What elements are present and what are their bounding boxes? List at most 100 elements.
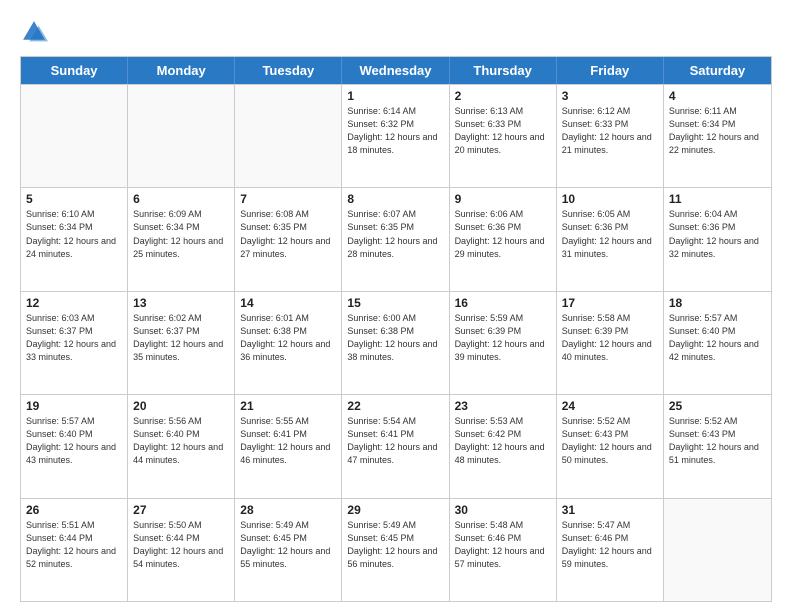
day-info: Sunrise: 6:08 AM Sunset: 6:35 PM Dayligh… [240, 208, 336, 260]
day-number: 14 [240, 296, 336, 310]
day-info: Sunrise: 6:06 AM Sunset: 6:36 PM Dayligh… [455, 208, 551, 260]
day-number: 27 [133, 503, 229, 517]
day-cell-12: 12 Sunrise: 6:03 AM Sunset: 6:37 PM Dayli… [21, 292, 128, 394]
day-cell-7: 7 Sunrise: 6:08 AM Sunset: 6:35 PM Daylig… [235, 188, 342, 290]
day-info: Sunrise: 5:47 AM Sunset: 6:46 PM Dayligh… [562, 519, 658, 571]
logo [20, 18, 52, 46]
logo-icon [20, 18, 48, 46]
day-info: Sunrise: 5:55 AM Sunset: 6:41 PM Dayligh… [240, 415, 336, 467]
weekday-header-tuesday: Tuesday [235, 57, 342, 84]
calendar-row-4: 26 Sunrise: 5:51 AM Sunset: 6:44 PM Dayli… [21, 498, 771, 601]
day-number: 23 [455, 399, 551, 413]
day-number: 18 [669, 296, 766, 310]
day-cell-22: 22 Sunrise: 5:54 AM Sunset: 6:41 PM Dayli… [342, 395, 449, 497]
calendar: SundayMondayTuesdayWednesdayThursdayFrid… [20, 56, 772, 602]
day-info: Sunrise: 5:53 AM Sunset: 6:42 PM Dayligh… [455, 415, 551, 467]
day-cell-5: 5 Sunrise: 6:10 AM Sunset: 6:34 PM Daylig… [21, 188, 128, 290]
day-cell-29: 29 Sunrise: 5:49 AM Sunset: 6:45 PM Dayli… [342, 499, 449, 601]
day-info: Sunrise: 5:50 AM Sunset: 6:44 PM Dayligh… [133, 519, 229, 571]
day-info: Sunrise: 6:00 AM Sunset: 6:38 PM Dayligh… [347, 312, 443, 364]
day-cell-30: 30Sunrise: 5:48 AM Sunset: 6:46 PM Dayli… [450, 499, 557, 601]
day-number: 28 [240, 503, 336, 517]
day-info: Sunrise: 5:48 AM Sunset: 6:46 PM Dayligh… [455, 519, 551, 571]
day-cell-23: 23 Sunrise: 5:53 AM Sunset: 6:42 PM Dayli… [450, 395, 557, 497]
day-cell-26: 26 Sunrise: 5:51 AM Sunset: 6:44 PM Dayli… [21, 499, 128, 601]
day-info: Sunrise: 6:07 AM Sunset: 6:35 PM Dayligh… [347, 208, 443, 260]
header [20, 18, 772, 46]
day-cell-2: 2Sunrise: 6:13 AM Sunset: 6:33 PM Daylig… [450, 85, 557, 187]
day-info: Sunrise: 5:51 AM Sunset: 6:44 PM Dayligh… [26, 519, 122, 571]
day-number: 16 [455, 296, 551, 310]
empty-cell-0-2 [235, 85, 342, 187]
day-number: 13 [133, 296, 229, 310]
day-number: 22 [347, 399, 443, 413]
day-info: Sunrise: 5:57 AM Sunset: 6:40 PM Dayligh… [26, 415, 122, 467]
day-info: Sunrise: 6:09 AM Sunset: 6:34 PM Dayligh… [133, 208, 229, 260]
day-cell-6: 6 Sunrise: 6:09 AM Sunset: 6:34 PM Daylig… [128, 188, 235, 290]
day-number: 6 [133, 192, 229, 206]
day-info: Sunrise: 6:05 AM Sunset: 6:36 PM Dayligh… [562, 208, 658, 260]
day-cell-27: 27 Sunrise: 5:50 AM Sunset: 6:44 PM Dayli… [128, 499, 235, 601]
day-cell-20: 20Sunrise: 5:56 AM Sunset: 6:40 PM Dayli… [128, 395, 235, 497]
day-info: Sunrise: 6:02 AM Sunset: 6:37 PM Dayligh… [133, 312, 229, 364]
day-number: 1 [347, 89, 443, 103]
day-number: 15 [347, 296, 443, 310]
day-number: 8 [347, 192, 443, 206]
calendar-row-2: 12 Sunrise: 6:03 AM Sunset: 6:37 PM Dayli… [21, 291, 771, 394]
day-cell-11: 11Sunrise: 6:04 AM Sunset: 6:36 PM Dayli… [664, 188, 771, 290]
day-number: 20 [133, 399, 229, 413]
day-info: Sunrise: 5:49 AM Sunset: 6:45 PM Dayligh… [240, 519, 336, 571]
day-cell-16: 16 Sunrise: 5:59 AM Sunset: 6:39 PM Dayli… [450, 292, 557, 394]
day-number: 10 [562, 192, 658, 206]
weekday-header-sunday: Sunday [21, 57, 128, 84]
day-number: 17 [562, 296, 658, 310]
day-cell-1: 1Sunrise: 6:14 AM Sunset: 6:32 PM Daylig… [342, 85, 449, 187]
day-cell-28: 28 Sunrise: 5:49 AM Sunset: 6:45 PM Dayli… [235, 499, 342, 601]
day-info: Sunrise: 5:57 AM Sunset: 6:40 PM Dayligh… [669, 312, 766, 364]
weekday-header-thursday: Thursday [450, 57, 557, 84]
day-info: Sunrise: 5:58 AM Sunset: 6:39 PM Dayligh… [562, 312, 658, 364]
empty-cell-4-6 [664, 499, 771, 601]
day-cell-13: 13 Sunrise: 6:02 AM Sunset: 6:37 PM Dayli… [128, 292, 235, 394]
day-number: 26 [26, 503, 122, 517]
day-info: Sunrise: 6:01 AM Sunset: 6:38 PM Dayligh… [240, 312, 336, 364]
day-info: Sunrise: 5:52 AM Sunset: 6:43 PM Dayligh… [669, 415, 766, 467]
day-number: 31 [562, 503, 658, 517]
day-cell-21: 21Sunrise: 5:55 AM Sunset: 6:41 PM Dayli… [235, 395, 342, 497]
day-cell-14: 14 Sunrise: 6:01 AM Sunset: 6:38 PM Dayli… [235, 292, 342, 394]
day-number: 7 [240, 192, 336, 206]
day-number: 5 [26, 192, 122, 206]
day-info: Sunrise: 5:49 AM Sunset: 6:45 PM Dayligh… [347, 519, 443, 571]
day-number: 11 [669, 192, 766, 206]
day-cell-4: 4 Sunrise: 6:11 AM Sunset: 6:34 PM Daylig… [664, 85, 771, 187]
day-cell-10: 10 Sunrise: 6:05 AM Sunset: 6:36 PM Dayli… [557, 188, 664, 290]
day-number: 12 [26, 296, 122, 310]
weekday-header-monday: Monday [128, 57, 235, 84]
day-info: Sunrise: 6:12 AM Sunset: 6:33 PM Dayligh… [562, 105, 658, 157]
day-number: 24 [562, 399, 658, 413]
day-cell-17: 17 Sunrise: 5:58 AM Sunset: 6:39 PM Dayli… [557, 292, 664, 394]
calendar-header-row: SundayMondayTuesdayWednesdayThursdayFrid… [21, 57, 771, 84]
day-cell-18: 18 Sunrise: 5:57 AM Sunset: 6:40 PM Dayli… [664, 292, 771, 394]
day-info: Sunrise: 6:11 AM Sunset: 6:34 PM Dayligh… [669, 105, 766, 157]
day-cell-19: 19 Sunrise: 5:57 AM Sunset: 6:40 PM Dayli… [21, 395, 128, 497]
day-number: 9 [455, 192, 551, 206]
day-cell-25: 25Sunrise: 5:52 AM Sunset: 6:43 PM Dayli… [664, 395, 771, 497]
day-info: Sunrise: 6:10 AM Sunset: 6:34 PM Dayligh… [26, 208, 122, 260]
day-info: Sunrise: 6:13 AM Sunset: 6:33 PM Dayligh… [455, 105, 551, 157]
day-number: 29 [347, 503, 443, 517]
day-cell-15: 15 Sunrise: 6:00 AM Sunset: 6:38 PM Dayli… [342, 292, 449, 394]
day-number: 4 [669, 89, 766, 103]
weekday-header-saturday: Saturday [664, 57, 771, 84]
day-info: Sunrise: 6:03 AM Sunset: 6:37 PM Dayligh… [26, 312, 122, 364]
day-cell-9: 9 Sunrise: 6:06 AM Sunset: 6:36 PM Daylig… [450, 188, 557, 290]
day-number: 19 [26, 399, 122, 413]
day-cell-8: 8 Sunrise: 6:07 AM Sunset: 6:35 PM Daylig… [342, 188, 449, 290]
day-cell-24: 24Sunrise: 5:52 AM Sunset: 6:43 PM Dayli… [557, 395, 664, 497]
day-info: Sunrise: 5:54 AM Sunset: 6:41 PM Dayligh… [347, 415, 443, 467]
calendar-body: 1Sunrise: 6:14 AM Sunset: 6:32 PM Daylig… [21, 84, 771, 601]
weekday-header-wednesday: Wednesday [342, 57, 449, 84]
calendar-row-0: 1Sunrise: 6:14 AM Sunset: 6:32 PM Daylig… [21, 84, 771, 187]
page: SundayMondayTuesdayWednesdayThursdayFrid… [0, 0, 792, 612]
day-info: Sunrise: 5:59 AM Sunset: 6:39 PM Dayligh… [455, 312, 551, 364]
